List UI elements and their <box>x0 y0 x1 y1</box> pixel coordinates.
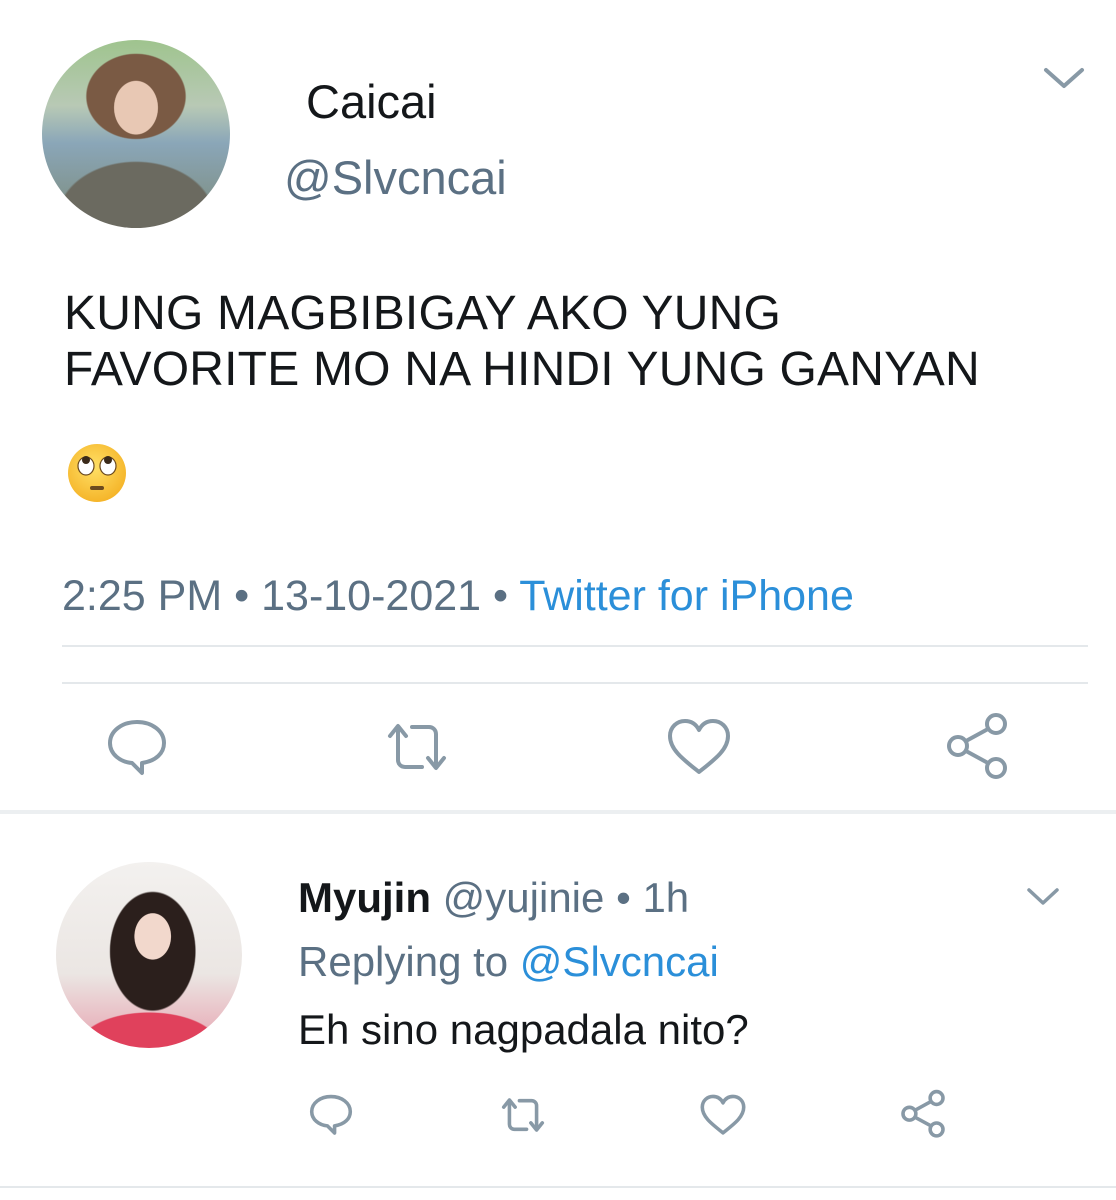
tweet-time: 2:25 PM <box>62 572 223 620</box>
author-display-name[interactable]: Caicai <box>306 74 437 129</box>
replying-to: Replying to @Slvcncai <box>298 938 719 986</box>
like-icon <box>668 719 730 774</box>
retweet-icon <box>501 1098 545 1132</box>
replying-to-handle-link[interactable]: @Slvcncai <box>520 938 719 985</box>
reply-icon <box>309 1094 353 1135</box>
reply-author-avatar[interactable] <box>56 862 242 1048</box>
reply-time: 1h <box>642 874 690 921</box>
like-icon <box>700 1094 746 1135</box>
reply-header: Myujin @yujinie • 1h <box>298 874 689 922</box>
tweet-separator <box>0 810 1116 814</box>
tweet-date: 13-10-2021 <box>261 572 482 620</box>
share-icon <box>947 713 1007 779</box>
tweet-text-line-2: FAVORITE MO NA HINDI YUNG GANYAN <box>64 343 980 396</box>
like-button[interactable] <box>664 712 734 782</box>
chevron-down-icon[interactable] <box>1024 884 1062 910</box>
reply-button[interactable] <box>102 710 172 780</box>
author-handle[interactable]: @Slvcncai <box>284 150 507 205</box>
reply-button[interactable] <box>306 1088 356 1138</box>
author-avatar[interactable] <box>42 40 230 228</box>
meta-separator: • <box>493 572 509 620</box>
rolling-eyes-emoji-icon <box>66 442 128 504</box>
meta-separator: • <box>234 572 250 620</box>
tweet-text: KUNG MAGBIBIGAY AKO YUNG FAVORITE MO NA … <box>64 286 1094 398</box>
reply-author-display-name[interactable]: Myujin <box>298 874 431 921</box>
divider <box>62 645 1088 647</box>
reply-icon <box>108 720 166 775</box>
tweet-source-link[interactable]: Twitter for iPhone <box>519 572 854 620</box>
divider <box>62 682 1088 684</box>
share-icon <box>901 1089 945 1138</box>
chevron-down-icon[interactable] <box>1040 62 1088 94</box>
divider <box>0 1186 1116 1188</box>
reply-tweet-text: Eh sino nagpadala nito? <box>298 1006 749 1053</box>
meta-separator: • <box>616 874 631 921</box>
retweet-button[interactable] <box>382 712 452 782</box>
retweet-icon <box>388 724 446 770</box>
tweet-meta: 2:25 PM • 13-10-2021 • Twitter for iPhon… <box>62 572 854 621</box>
share-button[interactable] <box>898 1088 948 1138</box>
share-button[interactable] <box>942 710 1012 780</box>
like-button[interactable] <box>698 1090 748 1140</box>
retweet-button[interactable] <box>498 1090 548 1140</box>
reply-author-handle[interactable]: @yujinie <box>443 874 605 921</box>
replying-to-label: Replying to <box>298 938 509 985</box>
tweet-text-line-1: KUNG MAGBIBIGAY AKO YUNG <box>64 287 781 340</box>
